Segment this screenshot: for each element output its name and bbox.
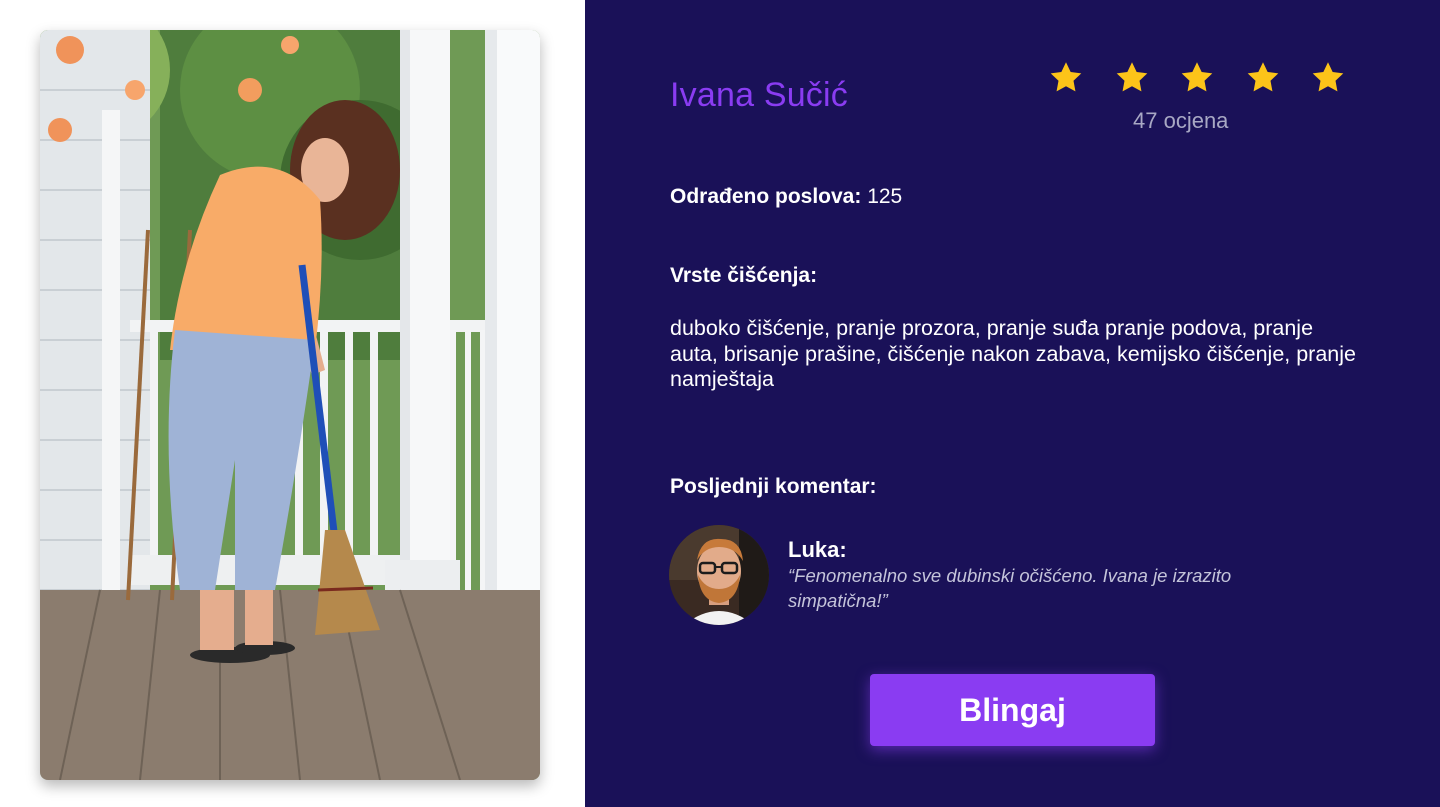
commenter-name: Luka:	[788, 537, 847, 562]
star-icon	[1247, 62, 1278, 92]
rating-stars	[1047, 60, 1347, 96]
star-icon	[1116, 62, 1147, 92]
jobs-done-label: Odrađeno poslova:	[670, 185, 862, 208]
star-icon	[1181, 62, 1213, 92]
blingaj-button[interactable]: Blingaj	[870, 674, 1155, 746]
star-icon	[1050, 62, 1082, 92]
profile-panel: Ivana Sučić 47 ocjena Odrađeno poslova: …	[585, 0, 1440, 807]
profile-photo	[40, 30, 540, 780]
comment-text: “Fenomenalno sve dubinski očišćeno. Ivan…	[788, 565, 1232, 611]
star-icon	[1312, 62, 1344, 92]
cleaner-name: Ivana Sučić	[670, 76, 848, 114]
photo-panel	[0, 0, 585, 807]
rating-count: 47 ocjena	[1133, 108, 1229, 133]
jobs-done-value: 125	[867, 185, 903, 208]
commenter-avatar	[669, 525, 769, 625]
cleaning-types-list: duboko čišćenje, pranje prozora, pranje …	[670, 316, 1356, 391]
cleaning-types-heading: Vrste čišćenja:	[670, 264, 818, 287]
last-comment-heading: Posljednji komentar:	[670, 475, 877, 498]
jobs-done: Odrađeno poslova: 125	[670, 185, 902, 209]
